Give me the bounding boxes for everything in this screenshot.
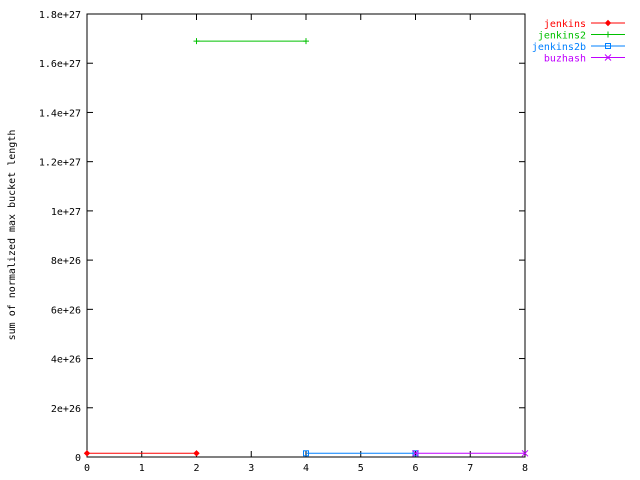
- point-marker: [193, 38, 200, 45]
- legend-label: jenkins2b: [532, 42, 586, 53]
- line-chart: sum of normalized max bucket length 0 1 2 3…: [7, 10, 625, 474]
- point-marker: [604, 19, 612, 27]
- legend: jenkinsjenkins2jenkins2bbuzhash: [532, 19, 625, 65]
- y-tick-label: 1.2e+27: [39, 158, 81, 169]
- legend-label: jenkins2: [538, 31, 586, 42]
- series-jenkins2: [193, 38, 309, 45]
- y-tick-label: 0: [75, 453, 81, 464]
- y-axis-label: sum of normalized max bucket length: [7, 130, 18, 341]
- point-marker: [303, 38, 309, 45]
- x-tick-label: 6: [412, 463, 418, 474]
- x-tick-label: 8: [522, 463, 528, 474]
- point-marker: [605, 31, 611, 38]
- x-tick-label: 3: [248, 463, 254, 474]
- plot-frame: [86, 13, 526, 458]
- point-marker: [83, 450, 91, 457]
- y-tick-label: 2e+26: [51, 404, 81, 415]
- y-tick-label: 6e+26: [51, 305, 81, 316]
- y-tick-label: 4e+26: [51, 355, 81, 366]
- x-tick-label: 7: [467, 463, 473, 474]
- x-tick-label: 5: [358, 463, 364, 474]
- x-tick-label: 1: [139, 463, 145, 474]
- y-tick-label: 1.4e+27: [39, 108, 81, 119]
- x-tick-label: 2: [193, 463, 199, 474]
- y-tick-label: 8e+26: [51, 256, 81, 267]
- y-tick-label: 1.8e+27: [39, 10, 81, 21]
- legend-label: buzhash: [544, 54, 586, 65]
- legend-label: jenkins: [544, 19, 586, 30]
- axis-ticks: 0 1 2 3 4 5 6 7 8 0 2e+26 4e+26 6e+26 8e+26 1e+27 1.2e+…: [39, 10, 528, 474]
- x-tick-label: 4: [303, 463, 309, 474]
- x-tick-label: 0: [84, 463, 90, 474]
- y-tick-label: 1e+27: [51, 207, 81, 218]
- series-layer: [83, 38, 529, 457]
- point-marker: [193, 450, 200, 457]
- y-tick-label: 1.6e+27: [39, 59, 81, 70]
